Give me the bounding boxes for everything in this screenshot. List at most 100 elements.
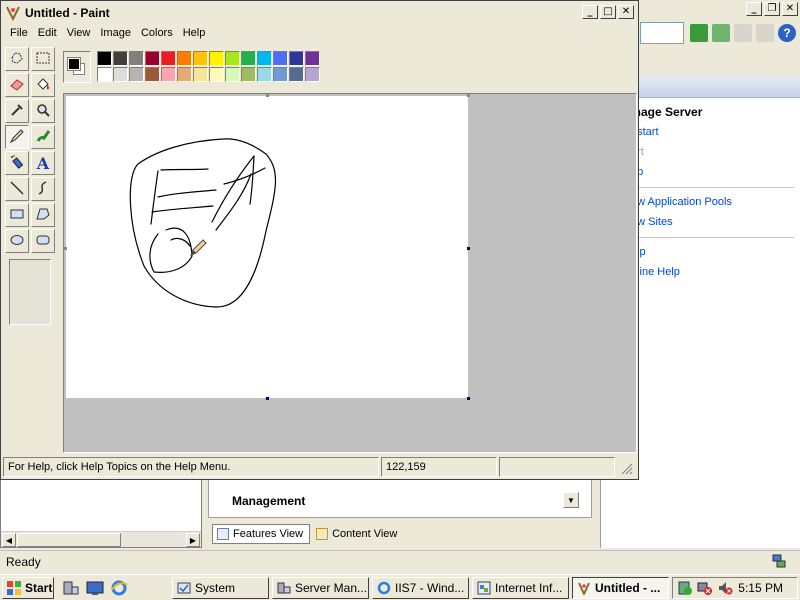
- color-swatch[interactable]: [225, 51, 240, 66]
- menu-file[interactable]: File: [5, 25, 33, 43]
- color-swatch[interactable]: [209, 67, 224, 82]
- color-swatch[interactable]: [209, 51, 224, 66]
- color-swatch[interactable]: [193, 51, 208, 66]
- color-swatch[interactable]: [161, 67, 176, 82]
- color-swatch[interactable]: [273, 67, 288, 82]
- home-icon[interactable]: [756, 24, 774, 42]
- go-icon[interactable]: [690, 24, 708, 42]
- polygon-tool[interactable]: [31, 203, 55, 227]
- color-swatch[interactable]: [145, 51, 160, 66]
- scroll-thumb[interactable]: [17, 533, 121, 547]
- rounded-rectangle-tool[interactable]: [31, 229, 55, 253]
- drawing-canvas[interactable]: [66, 96, 468, 398]
- color-swatch[interactable]: [289, 67, 304, 82]
- taskbar-button-label: Untitled - ...: [595, 581, 661, 595]
- color-swatch[interactable]: [257, 51, 272, 66]
- ellipse-tool[interactable]: [5, 229, 29, 253]
- menu-colors[interactable]: Colors: [136, 25, 178, 43]
- eraser-tool[interactable]: [5, 73, 29, 97]
- taskbar-button-internet-inf[interactable]: Internet Inf...: [472, 577, 569, 599]
- iis-restore-button[interactable]: ❐: [764, 2, 780, 16]
- color-swatch[interactable]: [113, 51, 128, 66]
- ellipse-icon: [9, 232, 25, 251]
- color-swatch[interactable]: [225, 67, 240, 82]
- resize-handle-right[interactable]: [467, 247, 470, 250]
- color-swatch[interactable]: [177, 67, 192, 82]
- color-swatch[interactable]: [177, 51, 192, 66]
- pencil-tool[interactable]: [5, 125, 29, 149]
- magnifier-tool[interactable]: [31, 99, 55, 123]
- color-swatch[interactable]: [161, 51, 176, 66]
- iis-close-button[interactable]: ✕: [782, 2, 798, 16]
- paint-maximize-button[interactable]: □: [600, 5, 616, 19]
- management-expand-icon[interactable]: ▼: [563, 492, 579, 508]
- tool-options-box[interactable]: [9, 259, 51, 325]
- paint-titlebar[interactable]: Untitled - Paint _ □ ✕: [1, 1, 638, 25]
- color-swatch[interactable]: [129, 51, 144, 66]
- server-manager-icon[interactable]: [62, 579, 80, 597]
- scroll-right-icon[interactable]: ▶: [186, 533, 200, 547]
- color-swatch[interactable]: [97, 51, 112, 66]
- color-swatch[interactable]: [273, 51, 288, 66]
- paint-minimize-button[interactable]: _: [582, 5, 598, 19]
- taskbar-button-system[interactable]: System: [172, 577, 269, 599]
- status-help-text: For Help, click Help Topics on the Help …: [3, 457, 379, 477]
- color-swatch[interactable]: [257, 67, 272, 82]
- airbrush-tool[interactable]: [5, 151, 29, 175]
- scroll-left-icon[interactable]: ◀: [2, 533, 16, 547]
- network-error-tray-icon[interactable]: [697, 580, 713, 596]
- menu-edit[interactable]: Edit: [33, 25, 62, 43]
- handle-top: [266, 94, 269, 97]
- taskbar-app-icon: [577, 581, 591, 595]
- menu-help[interactable]: Help: [178, 25, 211, 43]
- color-swatch[interactable]: [289, 51, 304, 66]
- help-icon[interactable]: ?: [778, 24, 796, 42]
- line-tool[interactable]: [5, 177, 29, 201]
- color-swatch[interactable]: [145, 67, 160, 82]
- rectangle-tool[interactable]: [5, 203, 29, 227]
- foreground-color-swatch: [67, 57, 81, 71]
- volume-muted-tray-icon[interactable]: [717, 580, 733, 596]
- show-desktop-icon[interactable]: [86, 579, 104, 597]
- canvas-area[interactable]: [63, 93, 637, 453]
- brush-tool[interactable]: [31, 125, 55, 149]
- color-swatch[interactable]: [193, 67, 208, 82]
- horizontal-scrollbar[interactable]: ◀ ▶: [1, 531, 201, 547]
- resize-handle-corner[interactable]: [467, 397, 470, 400]
- internet-explorer-icon[interactable]: [110, 579, 128, 597]
- taskbar-clock[interactable]: 5:15 PM: [738, 581, 783, 595]
- taskbar-button-iis7-wind[interactable]: IIS7 - Wind...: [372, 577, 469, 599]
- taskbar-button-untitled[interactable]: Untitled - ...: [572, 577, 669, 599]
- size-grip-icon[interactable]: [617, 457, 635, 477]
- refresh-icon[interactable]: [712, 24, 730, 42]
- color-swatch[interactable]: [97, 67, 112, 82]
- start-button[interactable]: Start: [2, 577, 54, 599]
- color-swatch[interactable]: [305, 51, 320, 66]
- color-swatch[interactable]: [241, 67, 256, 82]
- color-swatch[interactable]: [241, 51, 256, 66]
- pick-color-tool[interactable]: [5, 99, 29, 123]
- color-swatch[interactable]: [305, 67, 320, 82]
- text-tool[interactable]: A: [31, 151, 55, 175]
- fill-tool[interactable]: [31, 73, 55, 97]
- free-form-select-tool[interactable]: [5, 47, 29, 71]
- tab-features-view[interactable]: Features View: [212, 524, 311, 544]
- paint-close-button[interactable]: ✕: [618, 5, 634, 19]
- stop-icon[interactable]: [734, 24, 752, 42]
- paint-window: Untitled - Paint _ □ ✕ File Edit View Image…: [0, 0, 639, 480]
- resize-handle-bottom[interactable]: [266, 397, 269, 400]
- color-swatch[interactable]: [113, 67, 128, 82]
- iis-address-bar[interactable]: [640, 22, 684, 44]
- tab-content-view[interactable]: Content View: [312, 524, 403, 544]
- security-tray-icon[interactable]: [677, 580, 693, 596]
- curve-icon: [35, 180, 51, 199]
- menu-view[interactable]: View: [62, 25, 96, 43]
- taskbar-button-server-man[interactable]: Server Man...: [272, 577, 369, 599]
- current-colors[interactable]: [63, 51, 91, 83]
- select-tool[interactable]: [31, 47, 55, 71]
- iis-minimize-button[interactable]: _: [746, 2, 762, 16]
- paint-app-icon[interactable]: [5, 5, 21, 21]
- color-swatch[interactable]: [129, 67, 144, 82]
- menu-image[interactable]: Image: [95, 25, 136, 43]
- curve-tool[interactable]: [31, 177, 55, 201]
